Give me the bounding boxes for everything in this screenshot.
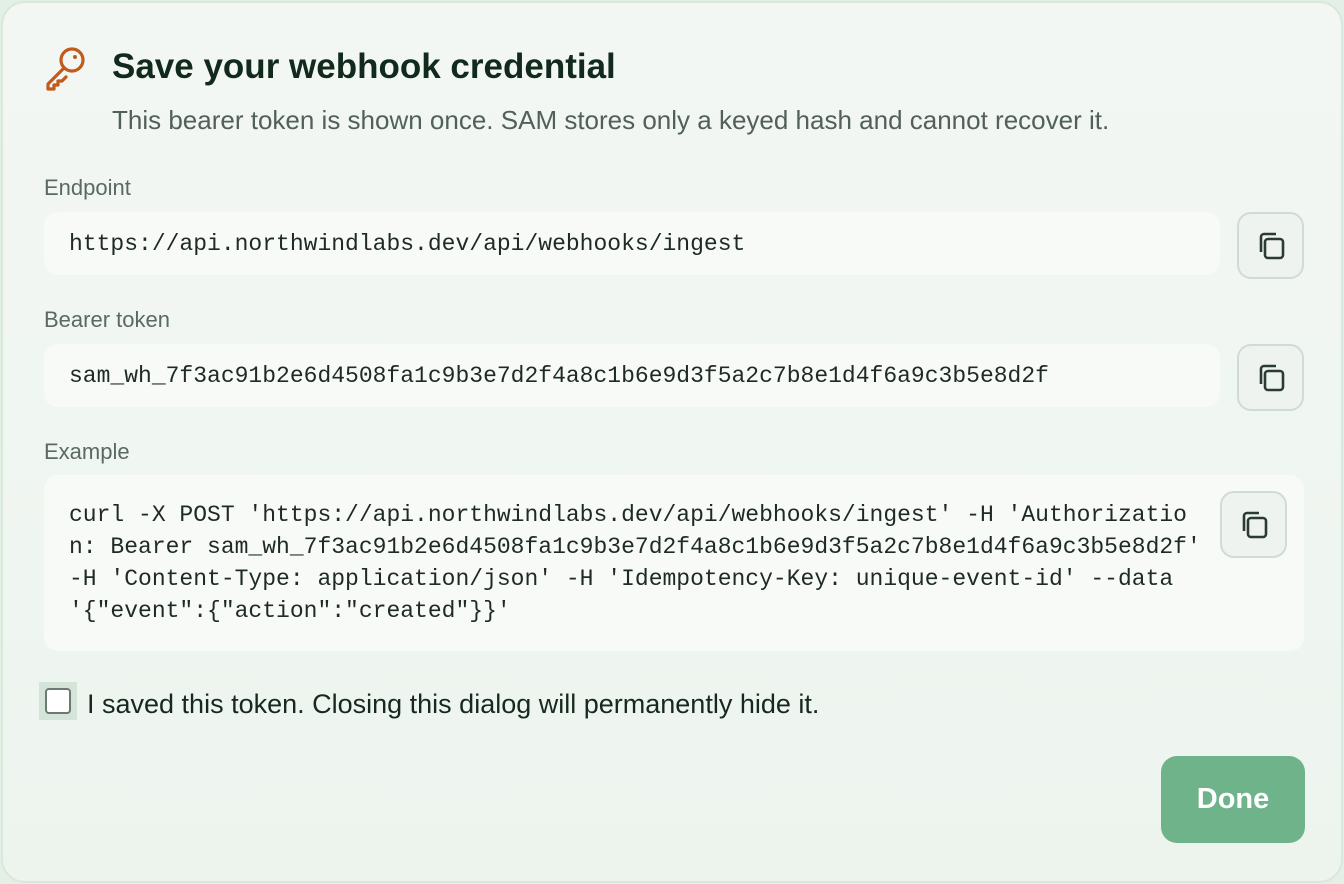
copy-icon [1259, 232, 1284, 259]
key-icon [46, 47, 85, 91]
copy-icon [1259, 364, 1284, 391]
copy-endpoint-button[interactable] [1237, 212, 1304, 279]
token-label: Bearer token [44, 307, 170, 332]
endpoint-label: Endpoint [44, 175, 131, 200]
copy-token-button[interactable] [1237, 344, 1304, 411]
endpoint-value: https://api.northwindlabs.dev/api/webhoo… [69, 230, 746, 257]
checkbox-box [45, 688, 71, 714]
token-value: sam_wh_7f3ac91b2e6d4508fa1c9b3e7d2f4a8c1… [69, 362, 1049, 389]
example-code: curl -X POST 'https://api.northwindlabs.… [69, 502, 1215, 624]
dialog-subtitle: This bearer token is shown once. SAM sto… [112, 105, 1110, 135]
copy-icon [1242, 511, 1267, 538]
dialog-title: Save your webhook credential [112, 47, 616, 86]
example-label: Example [44, 439, 130, 464]
copy-example-button[interactable] [1220, 491, 1287, 558]
credential-dialog: Save your webhook credential This bearer… [1, 1, 1343, 883]
example-code-block[interactable]: curl -X POST 'https://api.northwindlabs.… [44, 475, 1304, 651]
token-field[interactable]: sam_wh_7f3ac91b2e6d4508fa1c9b3e7d2f4a8c1… [44, 344, 1220, 407]
done-button[interactable]: Done [1161, 756, 1305, 843]
saved-token-checkbox[interactable] [39, 682, 77, 720]
endpoint-field[interactable]: https://api.northwindlabs.dev/api/webhoo… [44, 212, 1220, 275]
saved-token-label[interactable]: I saved this token. Closing this dialog … [87, 689, 819, 720]
